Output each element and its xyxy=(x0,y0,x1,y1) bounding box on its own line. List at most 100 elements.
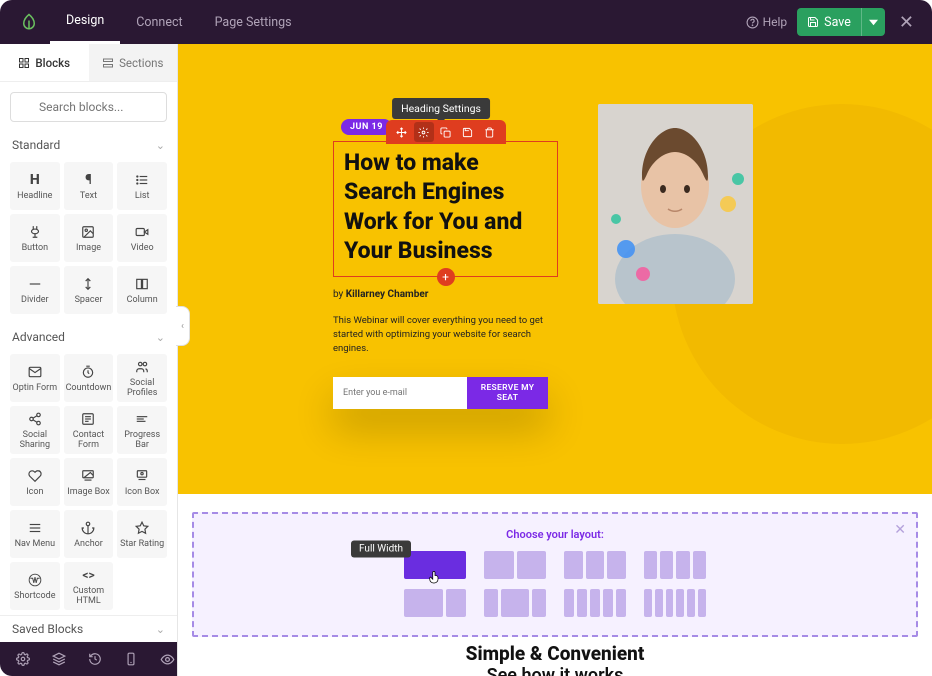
hero-portrait-image[interactable] xyxy=(598,104,753,304)
layout-close-button[interactable]: ✕ xyxy=(894,522,906,538)
tab-blocks[interactable]: Blocks xyxy=(0,44,89,81)
anchor-icon xyxy=(81,519,95,537)
chevron-down-icon: ⌄ xyxy=(156,139,165,152)
sidebar: Blocks Sections Standard ⌄ xyxy=(0,44,178,676)
block-column[interactable]: Column xyxy=(117,266,167,314)
section-simple-convenient: Simple & Convenient See how it works xyxy=(178,642,932,676)
layout-option-3[interactable] xyxy=(564,551,626,579)
contact-icon xyxy=(81,410,95,428)
¶-icon: ¶ xyxy=(85,171,92,189)
sidebar-collapse-handle[interactable]: ‹ xyxy=(176,306,190,346)
layout-option-2[interactable] xyxy=(484,551,546,579)
mobile-icon[interactable] xyxy=(124,652,138,666)
heading-block-selected[interactable]: Heading Settings How to make Search Engi… xyxy=(333,141,558,277)
layers-icon[interactable] xyxy=(52,652,66,666)
section2-subtitle[interactable]: See how it works xyxy=(178,665,932,676)
nav-design[interactable]: Design xyxy=(50,0,120,44)
full-width-tooltip: Full Width xyxy=(351,541,411,558)
canvas: JUN 19 Heading Settings How to make Sear… xyxy=(178,44,932,676)
layout-option-7[interactable] xyxy=(564,589,626,617)
image-icon xyxy=(81,223,95,241)
star-icon xyxy=(135,519,149,537)
timer-icon xyxy=(81,363,95,381)
nav-connect[interactable]: Connect xyxy=(120,0,198,44)
save-dropdown[interactable] xyxy=(861,8,885,36)
block-custom-html[interactable]: <>Custom HTML xyxy=(64,562,114,610)
block-progress-bar[interactable]: Progress Bar xyxy=(117,406,167,454)
history-icon[interactable] xyxy=(88,652,102,666)
layout-picker-title: Choose your layout: xyxy=(212,528,898,541)
chevron-down-icon: ⌄ xyxy=(156,331,165,344)
save-button[interactable]: Save xyxy=(797,8,885,36)
layout-option-5[interactable] xyxy=(404,589,466,617)
mail-icon xyxy=(28,363,42,381)
menu-icon xyxy=(28,519,42,537)
block-nav-menu[interactable]: Nav Menu xyxy=(10,510,60,558)
block-button[interactable]: Button xyxy=(10,214,60,262)
close-button[interactable]: ✕ xyxy=(895,12,918,33)
logo-icon xyxy=(14,13,44,31)
heading-settings-tooltip: Heading Settings xyxy=(392,98,490,119)
add-below-button[interactable]: + xyxy=(437,268,455,286)
block-headline[interactable]: HHeadline xyxy=(10,162,60,210)
layout-option-6[interactable] xyxy=(484,589,546,617)
toolbar-duplicate-icon[interactable] xyxy=(436,122,456,142)
code-icon: <> xyxy=(82,566,94,584)
block-contact-form[interactable]: Contact Form xyxy=(64,406,114,454)
layout-option-4[interactable] xyxy=(644,551,706,579)
layout-picker: ✕ Choose your layout: Full Width xyxy=(192,512,918,637)
toolbar-settings-icon[interactable] xyxy=(414,122,434,142)
button-icon xyxy=(28,223,42,241)
search-input[interactable] xyxy=(10,92,167,122)
block-star-rating[interactable]: Star Rating xyxy=(117,510,167,558)
hero-section: JUN 19 Heading Settings How to make Sear… xyxy=(178,44,932,494)
block-image[interactable]: Image xyxy=(64,214,114,262)
block-spacer[interactable]: Spacer xyxy=(64,266,114,314)
settings-icon[interactable] xyxy=(16,652,30,666)
block-social-sharing[interactable]: Social Sharing xyxy=(10,406,60,454)
layout-option-8[interactable] xyxy=(644,589,706,617)
block-anchor[interactable]: Anchor xyxy=(64,510,114,558)
imgbox-icon xyxy=(81,467,95,485)
nav-page-settings[interactable]: Page Settings xyxy=(199,0,308,44)
spacer-icon xyxy=(81,275,95,293)
date-chip[interactable]: JUN 19 xyxy=(341,119,392,135)
block-countdown[interactable]: Countdown xyxy=(64,354,114,402)
layout-option-1[interactable]: Full Width xyxy=(404,551,466,579)
topbar: Design Connect Page Settings Help Save ✕ xyxy=(0,0,932,44)
email-input[interactable] xyxy=(333,377,467,409)
help-button[interactable]: Help xyxy=(746,15,788,29)
block-divider[interactable]: Divider xyxy=(10,266,60,314)
description-text[interactable]: This Webinar will cover everything you n… xyxy=(333,314,553,357)
block-text[interactable]: ¶Text xyxy=(64,162,114,210)
heading-text[interactable]: How to make Search Engines Work for You … xyxy=(344,148,547,266)
top-nav: Design Connect Page Settings xyxy=(50,0,308,44)
group-saved-blocks-toggle[interactable]: Saved Blocks ⌄ xyxy=(0,616,177,642)
wp-icon xyxy=(28,571,42,589)
eye-icon[interactable] xyxy=(160,652,175,667)
video-icon xyxy=(135,223,149,241)
optin-form: RESERVE MY SEAT xyxy=(333,377,548,409)
share-icon xyxy=(28,410,42,428)
block-shortcode[interactable]: Shortcode xyxy=(10,562,60,610)
tab-sections[interactable]: Sections xyxy=(89,44,178,81)
section2-title[interactable]: Simple & Convenient xyxy=(178,642,932,665)
chevron-down-icon: ⌄ xyxy=(156,623,165,636)
toolbar-move-icon[interactable] xyxy=(392,122,412,142)
cta-button[interactable]: RESERVE MY SEAT xyxy=(467,377,548,409)
block-list[interactable]: List xyxy=(117,162,167,210)
divider-icon xyxy=(28,275,42,293)
list-icon xyxy=(135,171,149,189)
group-standard-toggle[interactable]: Standard ⌄ xyxy=(0,132,177,158)
block-video[interactable]: Video xyxy=(117,214,167,262)
H-icon: H xyxy=(30,171,40,189)
group-advanced-toggle[interactable]: Advanced ⌄ xyxy=(0,324,177,350)
block-image-box[interactable]: Image Box xyxy=(64,458,114,506)
element-toolbar xyxy=(386,120,506,144)
block-icon[interactable]: Icon xyxy=(10,458,60,506)
toolbar-delete-icon[interactable] xyxy=(480,122,500,142)
block-optin-form[interactable]: Optin Form xyxy=(10,354,60,402)
block-social-profiles[interactable]: Social Profiles xyxy=(117,354,167,402)
toolbar-save-icon[interactable] xyxy=(458,122,478,142)
block-icon-box[interactable]: Icon Box xyxy=(117,458,167,506)
